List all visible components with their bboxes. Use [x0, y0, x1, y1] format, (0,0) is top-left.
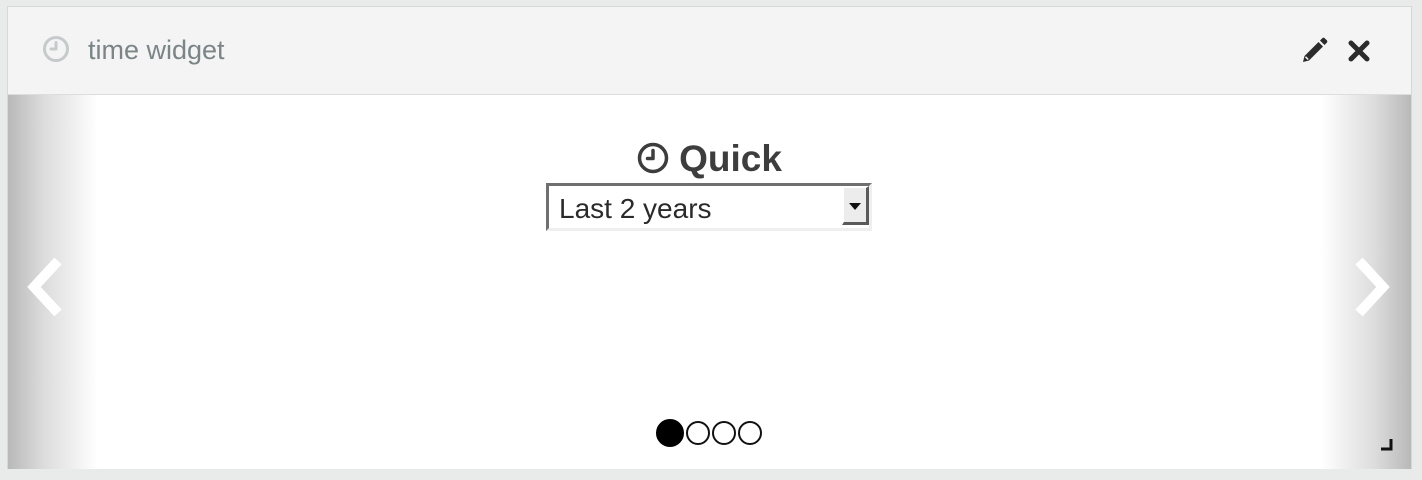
widget-title: time widget: [88, 35, 225, 65]
time-range-select[interactable]: Last 2 years: [546, 183, 872, 231]
close-icon[interactable]: [1348, 40, 1370, 62]
page-dot-2[interactable]: [686, 421, 710, 445]
carousel-pagination: [656, 419, 764, 447]
chevron-left-icon[interactable]: [24, 255, 68, 319]
time-widget-panel: time widget Quick Last 2 years: [7, 6, 1412, 469]
page-dot-1[interactable]: [656, 419, 684, 447]
resize-handle-icon[interactable]: [1381, 439, 1393, 451]
page-dot-4[interactable]: [738, 421, 762, 445]
slide-heading: Quick: [8, 137, 1411, 181]
pencil-icon[interactable]: [1300, 37, 1328, 65]
time-range-value: Last 2 years: [559, 193, 712, 224]
dropdown-button[interactable]: [842, 186, 869, 225]
slide-heading-label: Quick: [679, 138, 782, 179]
page-dot-3[interactable]: [712, 421, 736, 445]
clock-icon: [43, 36, 69, 62]
widget-header: time widget: [8, 7, 1411, 95]
chevron-down-icon: [849, 203, 861, 210]
chevron-right-icon[interactable]: [1349, 255, 1393, 319]
carousel: Quick Last 2 years: [8, 95, 1411, 469]
clock-icon: [637, 142, 669, 174]
